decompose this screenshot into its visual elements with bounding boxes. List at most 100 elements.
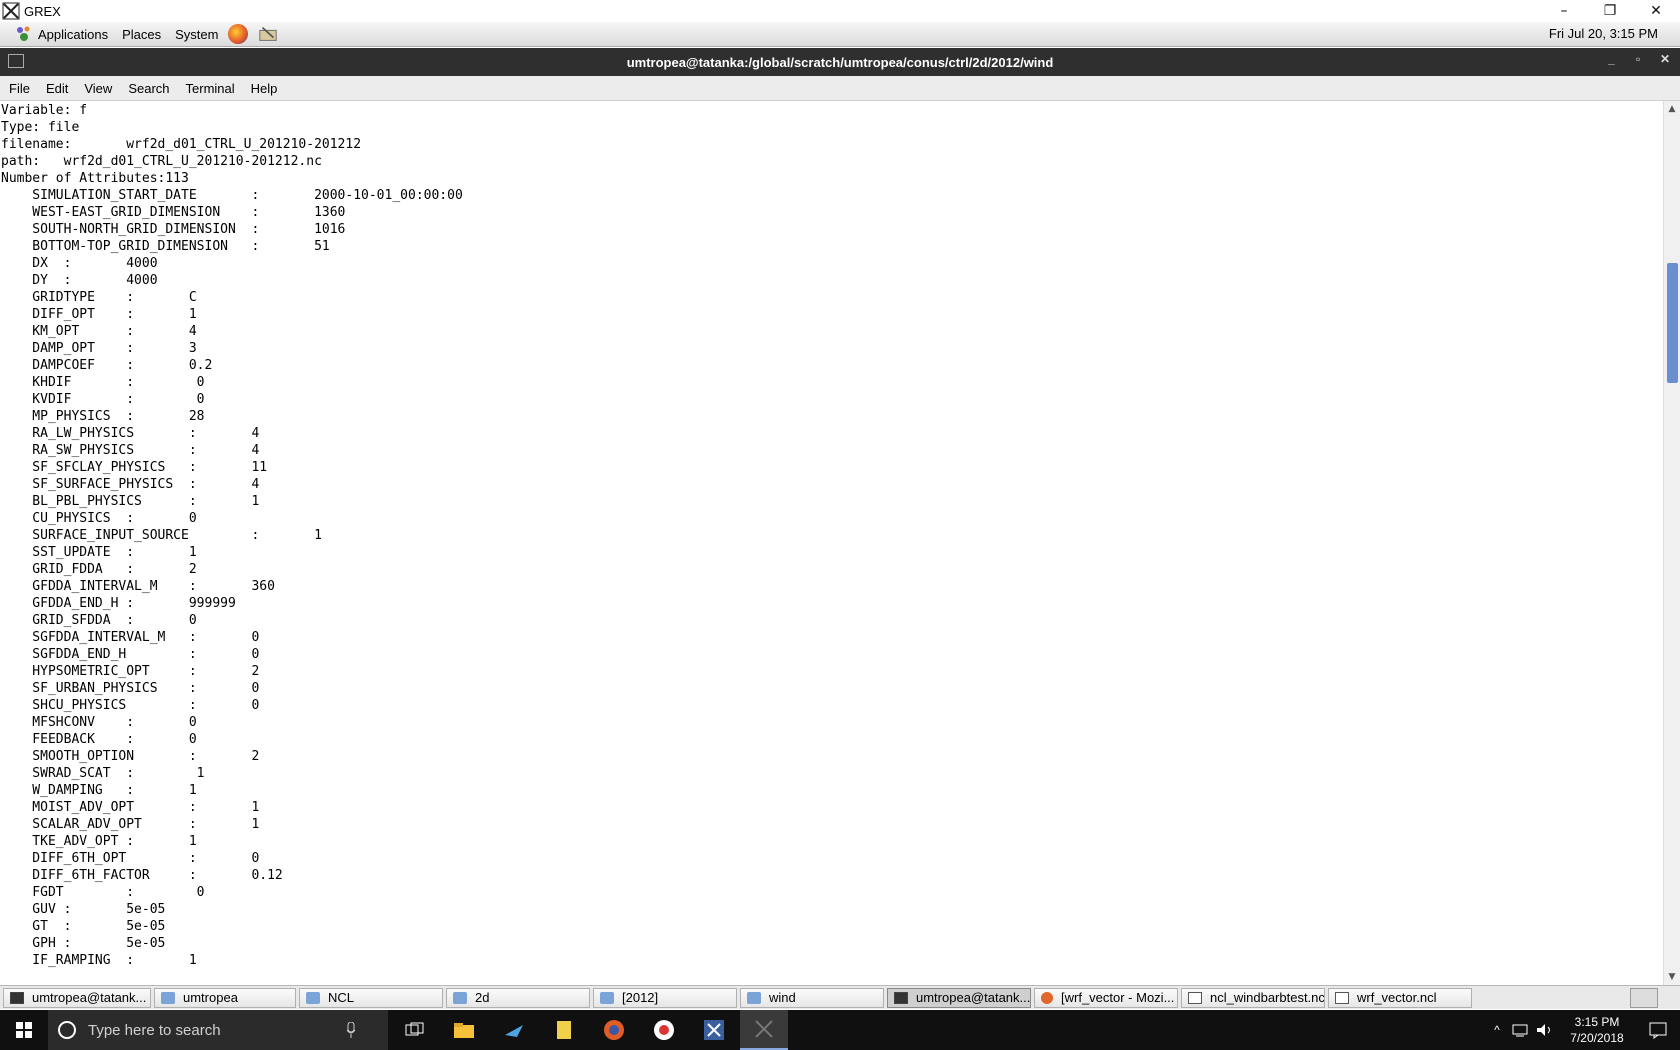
minimize-button[interactable]: – bbox=[1541, 0, 1587, 22]
terminal-line: filename: wrf2d_d01_CTRL_U_201210-201212 bbox=[1, 137, 362, 152]
window-list-label: NCL bbox=[328, 990, 355, 1005]
terminal-line: BL_PBL_PHYSICS : 1 bbox=[1, 494, 260, 509]
cortana-icon bbox=[58, 1021, 76, 1039]
applications-menu[interactable]: Applications bbox=[14, 25, 108, 43]
terminal-line: DIFF_OPT : 1 bbox=[1, 307, 197, 322]
scroll-down-arrow-icon[interactable]: ▼ bbox=[1664, 970, 1680, 984]
terminal-line: Number of Attributes:113 bbox=[1, 171, 189, 186]
chrome-icon[interactable] bbox=[640, 1010, 688, 1050]
terminal-line: GUV : 5e-05 bbox=[1, 902, 166, 917]
xming-icon[interactable] bbox=[490, 1010, 538, 1050]
network-icon[interactable] bbox=[1510, 1022, 1534, 1038]
menu-search[interactable]: Search bbox=[120, 81, 177, 96]
terminal-line: DY : 4000 bbox=[1, 273, 158, 288]
terminal-icon bbox=[10, 991, 24, 1004]
terminal-maximize-button[interactable]: ▫ bbox=[1636, 52, 1640, 66]
grex-icon bbox=[2, 2, 20, 20]
close-button[interactable]: ✕ bbox=[1633, 0, 1679, 22]
folder-icon bbox=[306, 991, 320, 1004]
chevron-up-icon[interactable]: ^ bbox=[1484, 1023, 1510, 1037]
window-list-label: umtropea bbox=[183, 990, 238, 1005]
gnome-top-panel: Applications Places System Fri Jul 20, 3… bbox=[0, 22, 1680, 47]
terminal-line: GPH : 5e-05 bbox=[1, 936, 166, 951]
window-list-label: umtropea@tatank... bbox=[32, 990, 147, 1005]
terminal-line: SF_SURFACE_PHYSICS : 4 bbox=[1, 477, 260, 492]
terminal-line: IF_RAMPING : 1 bbox=[1, 953, 197, 968]
terminal-line: SF_URBAN_PHYSICS : 0 bbox=[1, 681, 260, 696]
scroll-thumb[interactable] bbox=[1667, 263, 1678, 383]
menu-help[interactable]: Help bbox=[243, 81, 286, 96]
taskbar-clock[interactable]: 3:15 PM 7/20/2018 bbox=[1558, 1014, 1636, 1046]
firefox-icon[interactable] bbox=[590, 1010, 638, 1050]
show-desktop-icon[interactable] bbox=[1630, 988, 1658, 1008]
terminal-line: MP_PHYSICS : 28 bbox=[1, 409, 205, 424]
menu-view[interactable]: View bbox=[76, 81, 120, 96]
window-list-button[interactable]: umtropea@tatank... bbox=[3, 987, 151, 1008]
grex-icon[interactable] bbox=[740, 1010, 788, 1050]
terminal-line: FGDT : 0 bbox=[1, 885, 205, 900]
folder-icon bbox=[161, 991, 175, 1004]
documents-icon[interactable] bbox=[540, 1010, 588, 1050]
menu-places[interactable]: Places bbox=[122, 27, 161, 42]
terminal-line: KVDIF : 0 bbox=[1, 392, 205, 407]
firefox-icon bbox=[1041, 991, 1053, 1004]
window-list-button[interactable]: umtropea bbox=[154, 987, 296, 1008]
terminal-line: WEST-EAST_GRID_DIMENSION : 1360 bbox=[1, 205, 346, 220]
window-list-button[interactable]: [wrf_vector - Mozi... bbox=[1034, 987, 1178, 1008]
terminal-close-button[interactable]: ✕ bbox=[1660, 52, 1670, 66]
window-list-button[interactable]: wind bbox=[740, 987, 884, 1008]
terminal-menubar: File Edit View Search Terminal Help bbox=[0, 76, 1680, 101]
window-list-button[interactable]: ncl_windbarbtest.ncl bbox=[1181, 987, 1325, 1008]
terminal-line: DAMP_OPT : 3 bbox=[1, 341, 197, 356]
terminal-line: GRIDTYPE : C bbox=[1, 290, 197, 305]
terminal-line: DIFF_6TH_FACTOR : 0.12 bbox=[1, 868, 283, 883]
restore-button[interactable]: ❐ bbox=[1587, 0, 1633, 22]
taskbar-search-box[interactable]: Type here to search bbox=[48, 1010, 388, 1050]
terminal-line: BOTTOM-TOP_GRID_DIMENSION : 51 bbox=[1, 239, 330, 254]
window-list-button[interactable]: wrf_vector.ncl bbox=[1328, 987, 1472, 1008]
xwin-icon[interactable] bbox=[690, 1010, 738, 1050]
windows-start-icon[interactable] bbox=[0, 1010, 48, 1050]
terminal-line: SGFDDA_END_H : 0 bbox=[1, 647, 260, 662]
task-view-icon[interactable] bbox=[391, 1010, 439, 1050]
scroll-up-arrow-icon[interactable]: ▲ bbox=[1664, 102, 1680, 116]
panel-clock[interactable]: Fri Jul 20, 3:15 PM bbox=[1549, 26, 1658, 41]
folder-icon bbox=[453, 991, 467, 1004]
system-tray: ^ 3:15 PM 7/20/2018 bbox=[1484, 1010, 1680, 1050]
gnome-foot-icon bbox=[17, 26, 30, 41]
taskbar-date: 7/20/2018 bbox=[1570, 1031, 1624, 1045]
terminal-line: CU_PHYSICS : 0 bbox=[1, 511, 197, 526]
window-list-button[interactable]: NCL bbox=[299, 987, 443, 1008]
terminal-line: SMOOTH_OPTION : 2 bbox=[1, 749, 260, 764]
terminal-line: SCALAR_ADV_OPT : 1 bbox=[1, 817, 260, 832]
terminal-minimize-button[interactable]: _ bbox=[1608, 52, 1615, 66]
terminal-line: SF_SFCLAY_PHYSICS : 11 bbox=[1, 460, 268, 475]
window-list-button[interactable]: 2d bbox=[446, 987, 590, 1008]
terminal-line: GT : 5e-05 bbox=[1, 919, 166, 934]
notifications-icon[interactable] bbox=[1636, 1021, 1680, 1039]
menu-applications[interactable]: Applications bbox=[38, 27, 108, 42]
terminal-titlebar: umtropea@tatanka:/global/scratch/umtrope… bbox=[0, 48, 1680, 76]
file-explorer-icon[interactable] bbox=[440, 1010, 488, 1050]
terminal-icon bbox=[8, 54, 24, 68]
window-list-label: [2012] bbox=[622, 990, 659, 1005]
text-editor-icon[interactable] bbox=[258, 24, 278, 44]
menu-terminal[interactable]: Terminal bbox=[178, 81, 243, 96]
menu-file[interactable]: File bbox=[0, 81, 38, 96]
menu-system[interactable]: System bbox=[175, 27, 218, 42]
terminal-line: KHDIF : 0 bbox=[1, 375, 205, 390]
terminal-line: GFDDA_INTERVAL_M : 360 bbox=[1, 579, 275, 594]
terminal-line: MOIST_ADV_OPT : 1 bbox=[1, 800, 260, 815]
window-list-button[interactable]: [2012] bbox=[593, 987, 737, 1008]
terminal-line: SGFDDA_INTERVAL_M : 0 bbox=[1, 630, 260, 645]
menu-edit[interactable]: Edit bbox=[38, 81, 76, 96]
microphone-icon[interactable] bbox=[346, 1022, 356, 1038]
terminal-scrollbar[interactable]: ▲ ▼ bbox=[1663, 101, 1680, 985]
text-editor-icon bbox=[1188, 991, 1202, 1004]
volume-icon[interactable] bbox=[1534, 1022, 1558, 1038]
firefox-icon[interactable] bbox=[228, 24, 249, 44]
terminal-line: RA_SW_PHYSICS : 4 bbox=[1, 443, 260, 458]
window-list-button[interactable]: umtropea@tatank... bbox=[887, 987, 1031, 1008]
terminal-output[interactable]: Variable: f Type: file filename: wrf2d_d01… bbox=[0, 101, 1663, 985]
terminal-line: DX : 4000 bbox=[1, 256, 158, 271]
